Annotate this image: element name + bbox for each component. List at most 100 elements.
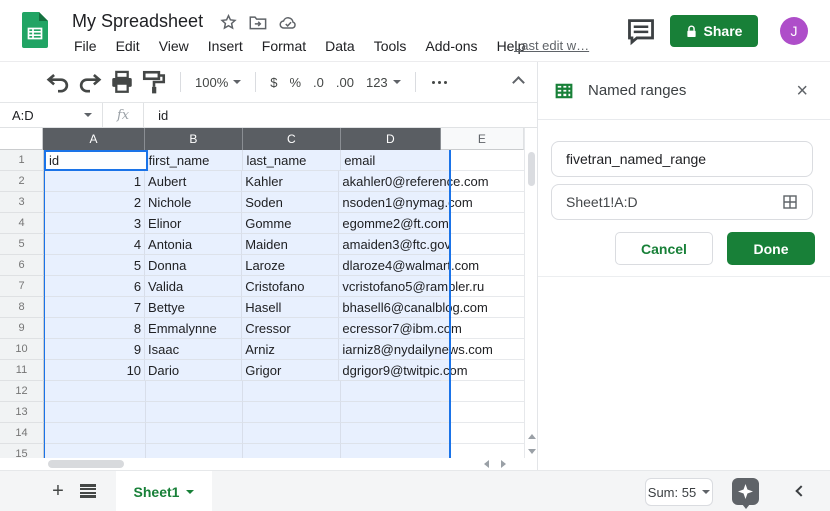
cell[interactable]: last_name [243, 150, 341, 171]
last-edit-link[interactable]: Last edit w… [514, 38, 589, 53]
print-icon[interactable] [108, 69, 136, 95]
row-header-14[interactable]: 14 [0, 423, 44, 444]
select-data-range-icon[interactable] [782, 194, 798, 210]
cell[interactable]: Soden [242, 192, 339, 213]
cell[interactable]: Elinor [145, 213, 242, 234]
cell[interactable] [146, 423, 244, 444]
cell[interactable]: first_name [146, 150, 244, 171]
cell[interactable]: Nichole [145, 192, 242, 213]
sheets-logo-icon[interactable] [22, 12, 48, 48]
cell[interactable]: 2 [44, 192, 145, 213]
cell[interactable]: Cristofano [242, 276, 339, 297]
range-reference-input[interactable]: Sheet1!A:D [551, 184, 813, 220]
row-header-9[interactable]: 9 [0, 318, 44, 339]
column-header-e[interactable]: E [441, 128, 524, 150]
increase-decimal-button[interactable]: .00 [330, 69, 360, 95]
cell[interactable]: vcristofano5@rambler.ru [339, 276, 441, 297]
done-button[interactable]: Done [727, 232, 815, 265]
cell[interactable] [146, 402, 244, 423]
row-header-12[interactable]: 12 [0, 381, 44, 402]
decrease-decimal-button[interactable]: .0 [307, 69, 330, 95]
row-header-5[interactable]: 5 [0, 234, 44, 255]
menu-item-data[interactable]: Data [323, 37, 357, 55]
cell[interactable]: 7 [44, 297, 145, 318]
sum-badge[interactable]: Sum: 55 [645, 478, 713, 506]
range-name-input[interactable]: fivetran_named_range [551, 141, 813, 177]
menu-item-file[interactable]: File [72, 37, 99, 55]
cell[interactable]: Cressor [242, 318, 339, 339]
vertical-scrollbar-thumb[interactable] [528, 152, 535, 186]
scroll-down-icon[interactable] [528, 449, 536, 454]
cell[interactable]: 8 [44, 318, 145, 339]
cell[interactable] [441, 381, 524, 402]
row-header-4[interactable]: 4 [0, 213, 44, 234]
cell[interactable]: Hasell [242, 297, 339, 318]
explore-button[interactable] [732, 478, 759, 505]
column-header-a[interactable]: A [43, 128, 145, 150]
cell[interactable]: egomme2@ft.com [339, 213, 441, 234]
comment-history-icon[interactable] [626, 18, 656, 46]
cell[interactable]: dgrigor9@twitpic.com [339, 360, 441, 381]
cell[interactable]: Aubert [145, 171, 242, 192]
cell[interactable]: Emmalynne [145, 318, 242, 339]
cell[interactable]: Valida [145, 276, 242, 297]
column-header-c[interactable]: C [243, 128, 341, 150]
number-format-button[interactable]: 123 [360, 69, 407, 95]
cell[interactable] [341, 444, 441, 458]
close-icon[interactable]: × [790, 79, 814, 103]
move-to-folder-icon[interactable] [249, 15, 267, 31]
row-header-10[interactable]: 10 [0, 339, 44, 360]
scroll-right-icon[interactable] [501, 460, 506, 468]
format-percent-button[interactable]: % [283, 69, 307, 95]
cell[interactable] [341, 381, 441, 402]
all-sheets-icon[interactable] [80, 484, 96, 498]
cell[interactable]: 9 [44, 339, 145, 360]
cell[interactable]: email [341, 150, 441, 171]
horizontal-scrollbar-thumb[interactable] [48, 460, 124, 468]
select-all-corner[interactable] [0, 128, 43, 150]
cell[interactable]: Gomme [242, 213, 339, 234]
share-button[interactable]: Share [670, 15, 758, 47]
cell[interactable]: 4 [44, 234, 145, 255]
cell[interactable]: Grigor [242, 360, 339, 381]
cell[interactable] [243, 444, 341, 458]
more-toolbar-icon[interactable] [424, 81, 455, 84]
cell[interactable]: Antonia [145, 234, 242, 255]
cell[interactable]: 5 [44, 255, 145, 276]
cell[interactable] [44, 423, 146, 444]
cell[interactable]: Kahler [242, 171, 339, 192]
zoom-select[interactable]: 100% [189, 69, 247, 95]
add-sheet-button[interactable]: + [46, 479, 70, 503]
menu-item-view[interactable]: View [157, 37, 191, 55]
menu-item-edit[interactable]: Edit [114, 37, 142, 55]
row-header-2[interactable]: 2 [0, 171, 44, 192]
cell[interactable] [441, 402, 524, 423]
selection-border-right[interactable] [449, 150, 451, 458]
cell[interactable] [441, 234, 524, 255]
cell[interactable] [243, 381, 341, 402]
cell[interactable]: Donna [145, 255, 242, 276]
cell[interactable]: Isaac [145, 339, 242, 360]
cell[interactable]: nsoden1@nymag.com [339, 192, 441, 213]
scroll-up-icon[interactable] [528, 434, 536, 439]
cell[interactable]: ecressor7@ibm.com [339, 318, 441, 339]
menu-item-insert[interactable]: Insert [206, 37, 245, 55]
formula-input[interactable]: id [144, 108, 168, 123]
cell[interactable]: Maiden [242, 234, 339, 255]
cell[interactable]: dlaroze4@walmart.com [339, 255, 441, 276]
row-header-15[interactable]: 15 [0, 444, 44, 458]
cell[interactable]: iarniz8@nydailynews.com [339, 339, 441, 360]
cell[interactable] [341, 423, 441, 444]
cell[interactable] [441, 444, 524, 458]
cell[interactable] [44, 402, 146, 423]
cell[interactable]: 6 [44, 276, 145, 297]
row-header-11[interactable]: 11 [0, 360, 44, 381]
document-title[interactable]: My Spreadsheet [72, 11, 203, 32]
cell[interactable] [44, 381, 146, 402]
cloud-status-icon[interactable] [279, 15, 298, 30]
cell[interactable]: Arniz [242, 339, 339, 360]
cell[interactable]: amaiden3@ftc.gov [339, 234, 441, 255]
row-header-13[interactable]: 13 [0, 402, 44, 423]
cancel-button[interactable]: Cancel [615, 232, 713, 265]
cell[interactable]: Dario [145, 360, 242, 381]
